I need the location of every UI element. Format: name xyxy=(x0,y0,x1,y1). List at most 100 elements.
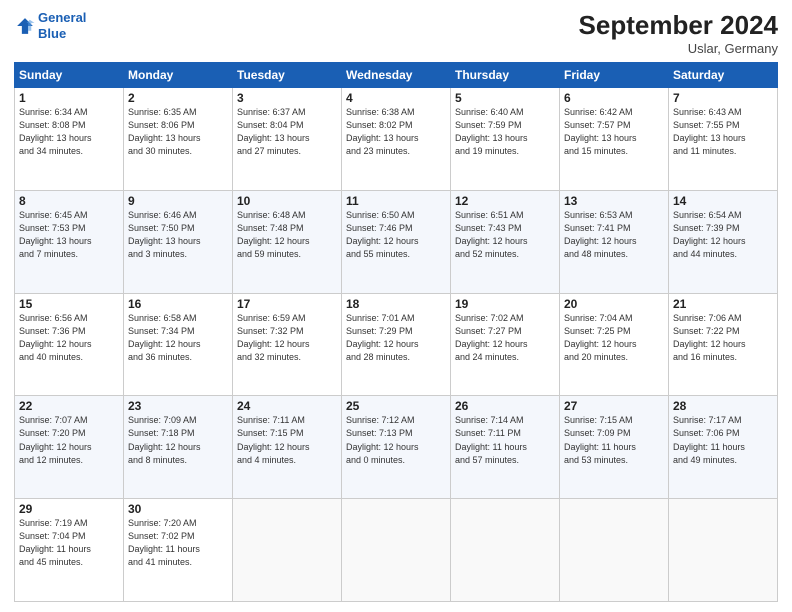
calendar-header-row: Sunday Monday Tuesday Wednesday Thursday… xyxy=(15,63,778,88)
calendar-cell: 18Sunrise: 7:01 AM Sunset: 7:29 PM Dayli… xyxy=(342,293,451,396)
calendar-cell: 20Sunrise: 7:04 AM Sunset: 7:25 PM Dayli… xyxy=(560,293,669,396)
day-info: Sunrise: 6:58 AM Sunset: 7:34 PM Dayligh… xyxy=(128,312,228,364)
calendar-cell: 10Sunrise: 6:48 AM Sunset: 7:48 PM Dayli… xyxy=(233,190,342,293)
day-number: 10 xyxy=(237,194,337,208)
calendar-table: Sunday Monday Tuesday Wednesday Thursday… xyxy=(14,62,778,602)
day-number: 5 xyxy=(455,91,555,105)
week-row-1: 1Sunrise: 6:34 AM Sunset: 8:08 PM Daylig… xyxy=(15,88,778,191)
calendar-cell: 28Sunrise: 7:17 AM Sunset: 7:06 PM Dayli… xyxy=(669,396,778,499)
calendar-cell: 14Sunrise: 6:54 AM Sunset: 7:39 PM Dayli… xyxy=(669,190,778,293)
day-info: Sunrise: 6:54 AM Sunset: 7:39 PM Dayligh… xyxy=(673,209,773,261)
calendar-cell: 25Sunrise: 7:12 AM Sunset: 7:13 PM Dayli… xyxy=(342,396,451,499)
day-number: 4 xyxy=(346,91,446,105)
col-saturday: Saturday xyxy=(669,63,778,88)
calendar-cell: 23Sunrise: 7:09 AM Sunset: 7:18 PM Dayli… xyxy=(124,396,233,499)
day-info: Sunrise: 6:43 AM Sunset: 7:55 PM Dayligh… xyxy=(673,106,773,158)
day-number: 17 xyxy=(237,297,337,311)
calendar-cell: 15Sunrise: 6:56 AM Sunset: 7:36 PM Dayli… xyxy=(15,293,124,396)
day-info: Sunrise: 7:07 AM Sunset: 7:20 PM Dayligh… xyxy=(19,414,119,466)
page: General Blue September 2024 Uslar, Germa… xyxy=(0,0,792,612)
day-number: 25 xyxy=(346,399,446,413)
day-info: Sunrise: 6:45 AM Sunset: 7:53 PM Dayligh… xyxy=(19,209,119,261)
calendar-cell: 29Sunrise: 7:19 AM Sunset: 7:04 PM Dayli… xyxy=(15,499,124,602)
logo: General Blue xyxy=(14,10,86,41)
day-number: 9 xyxy=(128,194,228,208)
day-number: 20 xyxy=(564,297,664,311)
day-info: Sunrise: 6:59 AM Sunset: 7:32 PM Dayligh… xyxy=(237,312,337,364)
day-info: Sunrise: 7:12 AM Sunset: 7:13 PM Dayligh… xyxy=(346,414,446,466)
day-info: Sunrise: 6:56 AM Sunset: 7:36 PM Dayligh… xyxy=(19,312,119,364)
col-sunday: Sunday xyxy=(15,63,124,88)
calendar-cell: 11Sunrise: 6:50 AM Sunset: 7:46 PM Dayli… xyxy=(342,190,451,293)
day-info: Sunrise: 7:14 AM Sunset: 7:11 PM Dayligh… xyxy=(455,414,555,466)
day-number: 11 xyxy=(346,194,446,208)
day-info: Sunrise: 6:53 AM Sunset: 7:41 PM Dayligh… xyxy=(564,209,664,261)
calendar-cell: 24Sunrise: 7:11 AM Sunset: 7:15 PM Dayli… xyxy=(233,396,342,499)
calendar-cell xyxy=(233,499,342,602)
day-number: 6 xyxy=(564,91,664,105)
calendar-cell: 22Sunrise: 7:07 AM Sunset: 7:20 PM Dayli… xyxy=(15,396,124,499)
day-info: Sunrise: 6:34 AM Sunset: 8:08 PM Dayligh… xyxy=(19,106,119,158)
month-title: September 2024 xyxy=(579,10,778,41)
day-info: Sunrise: 6:42 AM Sunset: 7:57 PM Dayligh… xyxy=(564,106,664,158)
day-number: 22 xyxy=(19,399,119,413)
day-number: 3 xyxy=(237,91,337,105)
day-number: 21 xyxy=(673,297,773,311)
week-row-4: 22Sunrise: 7:07 AM Sunset: 7:20 PM Dayli… xyxy=(15,396,778,499)
calendar-cell xyxy=(560,499,669,602)
day-info: Sunrise: 7:20 AM Sunset: 7:02 PM Dayligh… xyxy=(128,517,228,569)
calendar-cell: 13Sunrise: 6:53 AM Sunset: 7:41 PM Dayli… xyxy=(560,190,669,293)
day-info: Sunrise: 6:37 AM Sunset: 8:04 PM Dayligh… xyxy=(237,106,337,158)
calendar-cell xyxy=(451,499,560,602)
day-number: 28 xyxy=(673,399,773,413)
day-info: Sunrise: 6:51 AM Sunset: 7:43 PM Dayligh… xyxy=(455,209,555,261)
day-number: 16 xyxy=(128,297,228,311)
day-info: Sunrise: 7:04 AM Sunset: 7:25 PM Dayligh… xyxy=(564,312,664,364)
day-number: 29 xyxy=(19,502,119,516)
calendar-cell xyxy=(342,499,451,602)
col-friday: Friday xyxy=(560,63,669,88)
calendar-cell: 16Sunrise: 6:58 AM Sunset: 7:34 PM Dayli… xyxy=(124,293,233,396)
day-info: Sunrise: 6:35 AM Sunset: 8:06 PM Dayligh… xyxy=(128,106,228,158)
calendar-cell: 21Sunrise: 7:06 AM Sunset: 7:22 PM Dayli… xyxy=(669,293,778,396)
calendar-cell: 26Sunrise: 7:14 AM Sunset: 7:11 PM Dayli… xyxy=(451,396,560,499)
calendar-cell: 17Sunrise: 6:59 AM Sunset: 7:32 PM Dayli… xyxy=(233,293,342,396)
day-info: Sunrise: 7:15 AM Sunset: 7:09 PM Dayligh… xyxy=(564,414,664,466)
col-tuesday: Tuesday xyxy=(233,63,342,88)
day-number: 15 xyxy=(19,297,119,311)
day-info: Sunrise: 6:40 AM Sunset: 7:59 PM Dayligh… xyxy=(455,106,555,158)
calendar-cell: 9Sunrise: 6:46 AM Sunset: 7:50 PM Daylig… xyxy=(124,190,233,293)
day-info: Sunrise: 6:50 AM Sunset: 7:46 PM Dayligh… xyxy=(346,209,446,261)
logo-blue: Blue xyxy=(38,26,86,42)
logo-icon xyxy=(14,15,36,37)
day-info: Sunrise: 7:19 AM Sunset: 7:04 PM Dayligh… xyxy=(19,517,119,569)
header: General Blue September 2024 Uslar, Germa… xyxy=(14,10,778,56)
calendar-cell: 12Sunrise: 6:51 AM Sunset: 7:43 PM Dayli… xyxy=(451,190,560,293)
day-number: 1 xyxy=(19,91,119,105)
col-monday: Monday xyxy=(124,63,233,88)
day-info: Sunrise: 7:01 AM Sunset: 7:29 PM Dayligh… xyxy=(346,312,446,364)
logo-text: General Blue xyxy=(38,10,86,41)
day-number: 26 xyxy=(455,399,555,413)
day-number: 19 xyxy=(455,297,555,311)
calendar-cell: 27Sunrise: 7:15 AM Sunset: 7:09 PM Dayli… xyxy=(560,396,669,499)
title-block: September 2024 Uslar, Germany xyxy=(579,10,778,56)
day-number: 13 xyxy=(564,194,664,208)
day-info: Sunrise: 6:46 AM Sunset: 7:50 PM Dayligh… xyxy=(128,209,228,261)
day-info: Sunrise: 7:17 AM Sunset: 7:06 PM Dayligh… xyxy=(673,414,773,466)
day-info: Sunrise: 7:09 AM Sunset: 7:18 PM Dayligh… xyxy=(128,414,228,466)
calendar-cell: 1Sunrise: 6:34 AM Sunset: 8:08 PM Daylig… xyxy=(15,88,124,191)
day-number: 8 xyxy=(19,194,119,208)
day-number: 27 xyxy=(564,399,664,413)
day-number: 23 xyxy=(128,399,228,413)
calendar-cell: 3Sunrise: 6:37 AM Sunset: 8:04 PM Daylig… xyxy=(233,88,342,191)
col-wednesday: Wednesday xyxy=(342,63,451,88)
day-info: Sunrise: 6:38 AM Sunset: 8:02 PM Dayligh… xyxy=(346,106,446,158)
calendar-cell: 7Sunrise: 6:43 AM Sunset: 7:55 PM Daylig… xyxy=(669,88,778,191)
calendar-cell: 30Sunrise: 7:20 AM Sunset: 7:02 PM Dayli… xyxy=(124,499,233,602)
calendar-cell xyxy=(669,499,778,602)
calendar-cell: 2Sunrise: 6:35 AM Sunset: 8:06 PM Daylig… xyxy=(124,88,233,191)
calendar-cell: 6Sunrise: 6:42 AM Sunset: 7:57 PM Daylig… xyxy=(560,88,669,191)
day-info: Sunrise: 7:02 AM Sunset: 7:27 PM Dayligh… xyxy=(455,312,555,364)
day-number: 24 xyxy=(237,399,337,413)
